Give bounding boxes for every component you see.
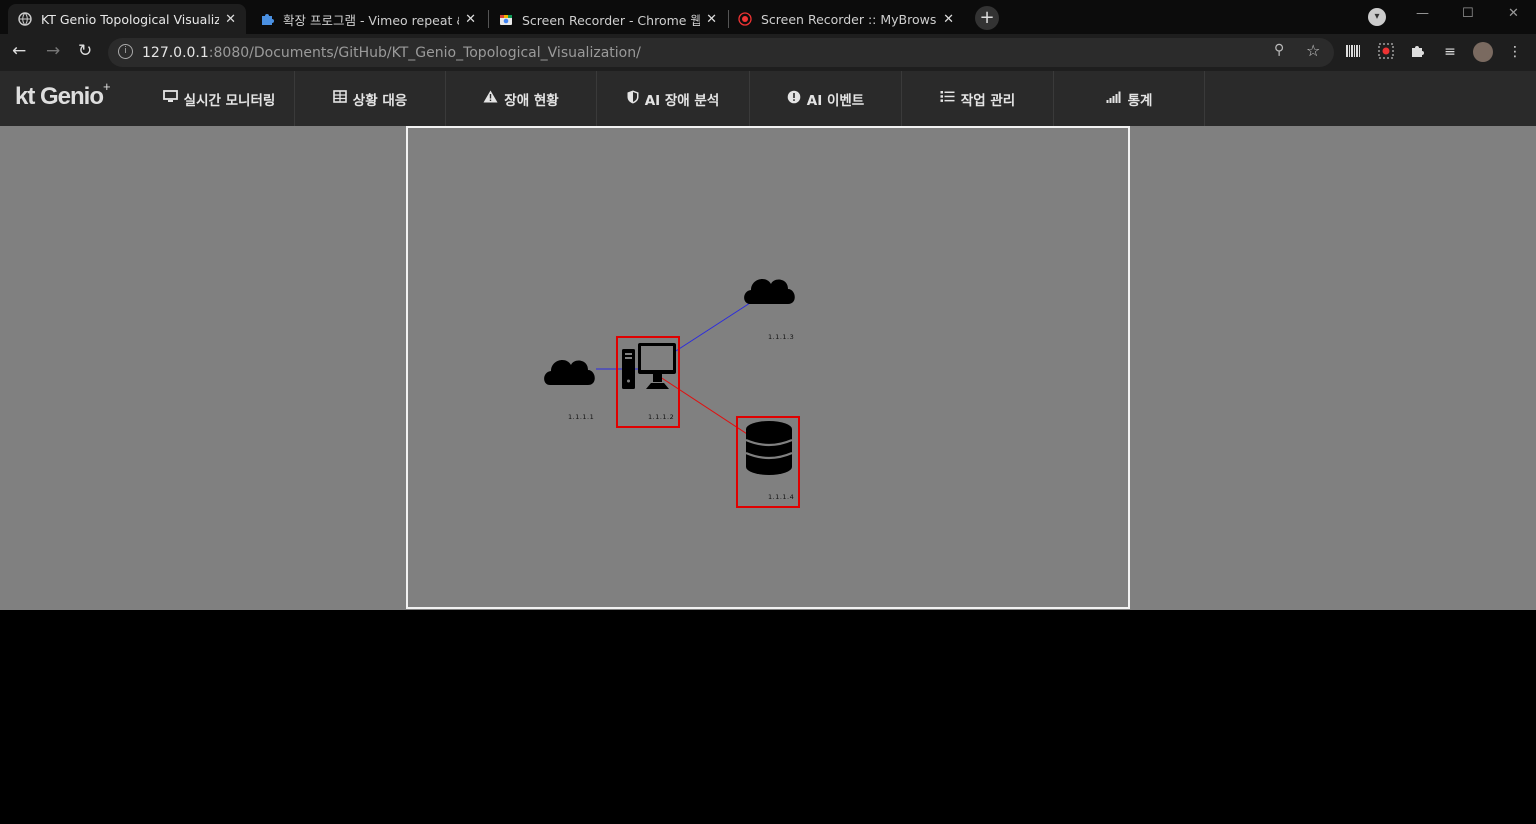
close-tab-icon[interactable]: ✕ (465, 12, 476, 27)
browser-tab-active[interactable]: KT Genio Topological Visualizati ✕ (8, 4, 246, 34)
app-navbar: kt Genio+ 실시간 모니터링 상황 대응 장애 현황 AI 장애 분석 … (0, 71, 1536, 126)
tab-title: Screen Recorder - Chrome 웹 스 (522, 12, 701, 28)
cloud-node-icon[interactable] (544, 360, 595, 385)
menu-label: 통계 (1127, 92, 1153, 109)
profile-avatar[interactable] (1473, 42, 1493, 62)
kt-genio-logo[interactable]: kt Genio+ (15, 79, 111, 111)
forward-icon[interactable]: → (46, 41, 60, 61)
menu-ai-event[interactable]: AI 이벤트 (750, 71, 902, 126)
tab-title: 확장 프로그램 - Vimeo repeat & (283, 12, 460, 28)
menu-realtime-monitoring[interactable]: 실시간 모니터링 (144, 71, 295, 126)
browser-tab[interactable]: Screen Recorder :: MyBrowserAd ✕ (728, 4, 964, 34)
new-tab-button[interactable]: + (975, 6, 999, 30)
shield-icon (627, 90, 639, 108)
close-tab-icon[interactable]: ✕ (943, 12, 954, 27)
menu-label: 장애 현황 (504, 92, 559, 109)
exclamation-icon (787, 90, 801, 108)
cloud-node-icon[interactable] (744, 279, 795, 304)
menu-label: 상황 대응 (352, 92, 408, 109)
bookmark-star-icon[interactable]: ☆ (1306, 41, 1320, 60)
table-icon (332, 90, 347, 107)
browser-toolbar: ← → ↻ i 127.0.0.1:8080/Documents/GitHub/… (0, 34, 1536, 71)
extensions-puzzle-icon[interactable] (1409, 43, 1427, 61)
main-content: 1.1.1.1 1.1.1.2 1.1.1.3 1.1.1.4 (0, 126, 1536, 610)
topology-graph[interactable] (408, 128, 1128, 607)
node-label: 1.1.1.1 (568, 413, 595, 421)
menu-label: 실시간 모니터링 (183, 92, 276, 109)
tab-title: KT Genio Topological Visualizati (41, 11, 220, 27)
menu-label: AI 이벤트 (806, 92, 865, 109)
menu-ai-fault-analysis[interactable]: AI 장애 분석 (597, 71, 750, 126)
info-icon[interactable]: i (118, 44, 133, 59)
warning-icon (483, 90, 498, 107)
menu-kebab-icon[interactable]: ⋮ (1506, 43, 1524, 61)
puzzle-icon (260, 12, 274, 26)
empty-area (0, 610, 1536, 824)
globe-icon (18, 12, 32, 26)
minimize-icon[interactable]: — (1416, 6, 1429, 21)
selection-highlight (616, 336, 680, 428)
tasks-icon (940, 90, 955, 107)
tab-title: Screen Recorder :: MyBrowserAd (761, 11, 937, 27)
browser-tab-strip: KT Genio Topological Visualizati ✕ 확장 프로… (0, 0, 1536, 34)
menu-task-management[interactable]: 작업 관리 (902, 71, 1054, 126)
signal-icon (1106, 91, 1122, 107)
close-window-icon[interactable]: ✕ (1508, 6, 1519, 21)
menu-situation-response[interactable]: 상황 대응 (295, 71, 446, 126)
monitor-icon (162, 90, 178, 107)
zoom-icon[interactable]: ⚲ (1274, 42, 1284, 58)
webstore-icon (499, 12, 513, 26)
menu-fault-status[interactable]: 장애 현황 (446, 71, 597, 126)
url-text[interactable]: 127.0.0.1:8080/Documents/GitHub/KT_Genio… (142, 45, 641, 61)
node-label: 1.1.1.3 (768, 333, 795, 341)
close-tab-icon[interactable]: ✕ (706, 12, 717, 27)
menu-statistics[interactable]: 통계 (1054, 71, 1205, 126)
screen-recorder-extension-icon[interactable] (1377, 43, 1395, 61)
browser-tab[interactable]: 확장 프로그램 - Vimeo repeat & ✕ (250, 4, 486, 34)
menu-label: AI 장애 분석 (644, 92, 720, 109)
address-bar[interactable]: i 127.0.0.1:8080/Documents/GitHub/KT_Gen… (108, 38, 1334, 67)
back-icon[interactable]: ← (12, 41, 26, 61)
maximize-icon[interactable]: ☐ (1462, 6, 1474, 21)
tab-search-icon[interactable]: ▾ (1368, 8, 1386, 26)
reload-icon[interactable]: ↻ (78, 41, 92, 61)
close-tab-icon[interactable]: ✕ (225, 12, 236, 27)
menu-label: 작업 관리 (960, 92, 1016, 109)
reading-list-icon[interactable]: ≡ (1441, 43, 1459, 61)
topology-canvas[interactable]: 1.1.1.1 1.1.1.2 1.1.1.3 1.1.1.4 (406, 126, 1130, 609)
selection-highlight (736, 416, 800, 508)
browser-tab[interactable]: Screen Recorder - Chrome 웹 스 ✕ (489, 4, 727, 34)
barcode-extension-icon[interactable] (1344, 43, 1362, 61)
record-icon (738, 12, 752, 26)
